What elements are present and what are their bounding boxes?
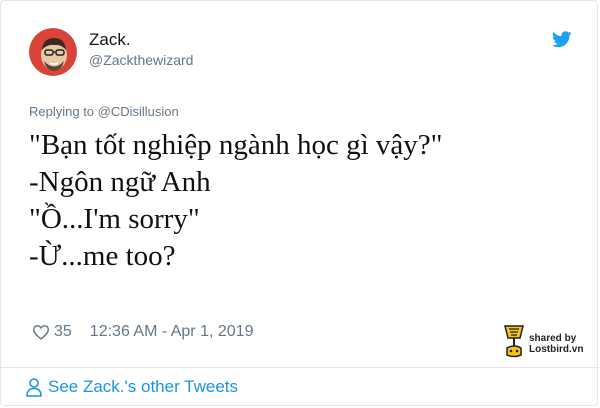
tweet-meta: 35 12:36 AM - Apr 1, 2019 [32, 323, 253, 341]
cartoon-avatar-icon [29, 28, 77, 76]
replying-to[interactable]: Replying to @CDisillusion [29, 104, 179, 119]
avatar[interactable] [29, 28, 77, 76]
user-handle[interactable]: @Zackthewizard [89, 52, 193, 68]
divider [1, 367, 599, 368]
lostbird-logo-icon [504, 325, 524, 358]
heart-icon[interactable] [32, 324, 50, 340]
tweet-line: -Ngôn ngữ Anh [29, 166, 211, 198]
watermark-line1: shared by [529, 333, 577, 344]
person-icon [26, 377, 42, 397]
user-name[interactable]: Zack. [89, 30, 131, 50]
watermark-line2: Lostbird.vn [529, 344, 584, 355]
lostbird-watermark: shared by Lostbird.vn [502, 323, 594, 359]
see-other-tweets-label[interactable]: See Zack.'s other Tweets [48, 377, 238, 397]
tweet-line: -Ừ...me too? [29, 240, 176, 272]
tweet-card: Zack. @Zackthewizard Replying to @CDisil… [0, 0, 599, 406]
like-count[interactable]: 35 [54, 323, 72, 341]
timestamp[interactable]: 12:36 AM - Apr 1, 2019 [90, 323, 254, 341]
tweet-text: "Bạn tốt nghiệp ngành học gì vậy?" -Ngôn… [29, 127, 574, 275]
see-other-tweets-link[interactable]: See Zack.'s other Tweets [26, 377, 238, 397]
tweet-line: "Ồ...I'm sorry" [29, 203, 200, 235]
watermark-text: shared by Lostbird.vn [529, 333, 583, 355]
tweet-line: "Bạn tốt nghiệp ngành học gì vậy?" [29, 129, 443, 161]
twitter-bird-icon[interactable] [552, 31, 572, 48]
